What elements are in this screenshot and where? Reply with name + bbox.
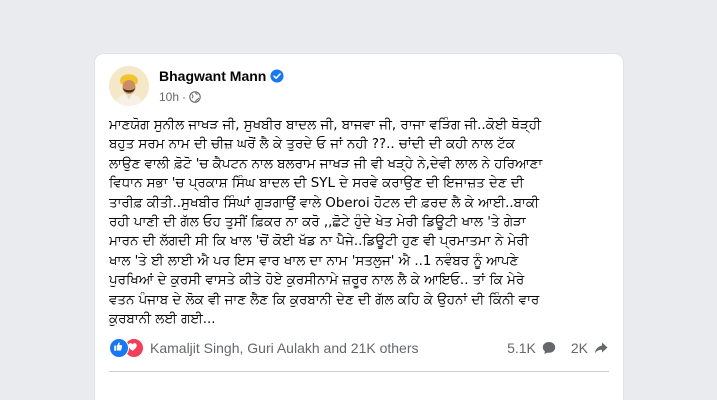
post-body-line: ਬਹੁਤ ਸਰਮ ਨਾਮ ਦੀ ਚੀਜ਼ ਘਰੋਂ ਲੈ ਕੇ ਤੁਰਦੇ ਓ … xyxy=(109,137,515,153)
post-body-line: ਵਿਧਾਨ ਸਭਾ 'ਚ ਪ੍ਰਕਾਸ਼ ਸਿੰਘ ਬਾਦਲ ਦੀ SYL ਦੇ… xyxy=(109,176,524,192)
post-body-line: ਵਤਨ ਪੰਜਾਬ ਦੇ ਲੋਕ ਵੀ ਜਾਣ ਲੈਣ ਕਿ ਕੁਰਬਾਨੀ ਦ… xyxy=(109,292,540,308)
author-name[interactable]: Bhagwant Mann xyxy=(159,68,266,84)
shares-count[interactable]: 2K xyxy=(571,340,609,356)
post-body-line: ਮਾਰਨ ਦੀ ਲੱਗਦੀ ਸੀ ਕਿ ਖਾਲ 'ਚੋਂ ਕੋਈ ਖੱਡ ਨਾ … xyxy=(109,234,529,250)
post-body-line: ਰਹੀ ਪਾਣੀ ਦੀ ਗੱਲ ਓਹ ਤੁਸੀਂ ਫ਼ਿਕਰ ਨਾ ਕਰੋ ,,… xyxy=(109,215,526,231)
reactions-summary[interactable]: Kamaljit Singh, Guri Aulakh and 21K othe… xyxy=(150,340,419,356)
post-body-line: ਮਾਣਯੋਗ ਸੁਨੀਲ ਜਾਖੜ ਜੀ, ਸੁਖਬੀਰ ਬਾਦਲ ਜੀ, ਬਾ… xyxy=(109,118,541,133)
post-body-line: ਤਾਰੀਫ਼ ਕੀਤੀ..ਸੁਖਬੀਰ ਸਿੰਘਾਂ ਗੁੜਗਾਉਂ ਵਾਲੇ … xyxy=(109,195,539,211)
comments-count-value: 5.1K xyxy=(507,340,536,356)
post-body-line: ਲਾਉਣ ਵਾਲੀ ਫ਼ੋਟੋ 'ਚ ਕੈਪਟਨ ਨਾਲ ਬਲਰਾਮ ਜਾਖੜ … xyxy=(109,156,543,172)
post-meta: 10h · xyxy=(159,90,201,104)
globe-icon[interactable] xyxy=(189,91,201,103)
engagement-counts: 5.1K 2K xyxy=(507,340,609,356)
share-icon xyxy=(594,342,608,354)
post-body: ਮਾਣਯੋਗ ਸੁਨੀਲ ਜਾਖੜ ਜੀ, ਸੁਖਬੀਰ ਬਾਦਲ ਜੀ, ਬਾ… xyxy=(109,116,609,329)
meta-separator: · xyxy=(182,90,187,104)
post-body-line: ਕੁਰਬਾਨੀ ਲਈ ਗਈ... xyxy=(109,312,216,328)
reactions-bar: Kamaljit Singh, Guri Aulakh and 21K othe… xyxy=(109,337,609,359)
post-card: Bhagwant Mann 10h · ਮਾਣਯੋਗ ਸੁਨੀਲ ਜਾਖੜ ਜੀ… xyxy=(95,54,623,400)
like-icon xyxy=(109,338,129,358)
post-time[interactable]: 10h xyxy=(159,90,179,104)
post-body-line: ਪੁਰਖਿਆਂ ਦੇ ਕੁਰਸੀ ਵਾਸਤੇ ਕੀਤੇ ਹੋਏ ਕੁਰਸੀਨਾਮ… xyxy=(109,273,525,289)
post-body-line: ਖਾਲ 'ਤੇ ਈ ਲਾਈ ਐ ਪਰ ਇਸ ਵਾਰ ਖਾਲ ਦਾ ਨਾਮ 'ਸਤ… xyxy=(109,253,519,269)
comments-count[interactable]: 5.1K xyxy=(507,340,557,356)
post-author[interactable]: Bhagwant Mann xyxy=(159,68,284,84)
avatar[interactable] xyxy=(109,66,149,106)
avatar-image xyxy=(109,66,149,106)
reaction-icons[interactable] xyxy=(109,338,144,358)
shares-count-value: 2K xyxy=(570,340,588,356)
reactions-divider xyxy=(109,371,609,372)
comment-icon xyxy=(542,342,556,354)
verified-badge-icon xyxy=(270,69,284,83)
